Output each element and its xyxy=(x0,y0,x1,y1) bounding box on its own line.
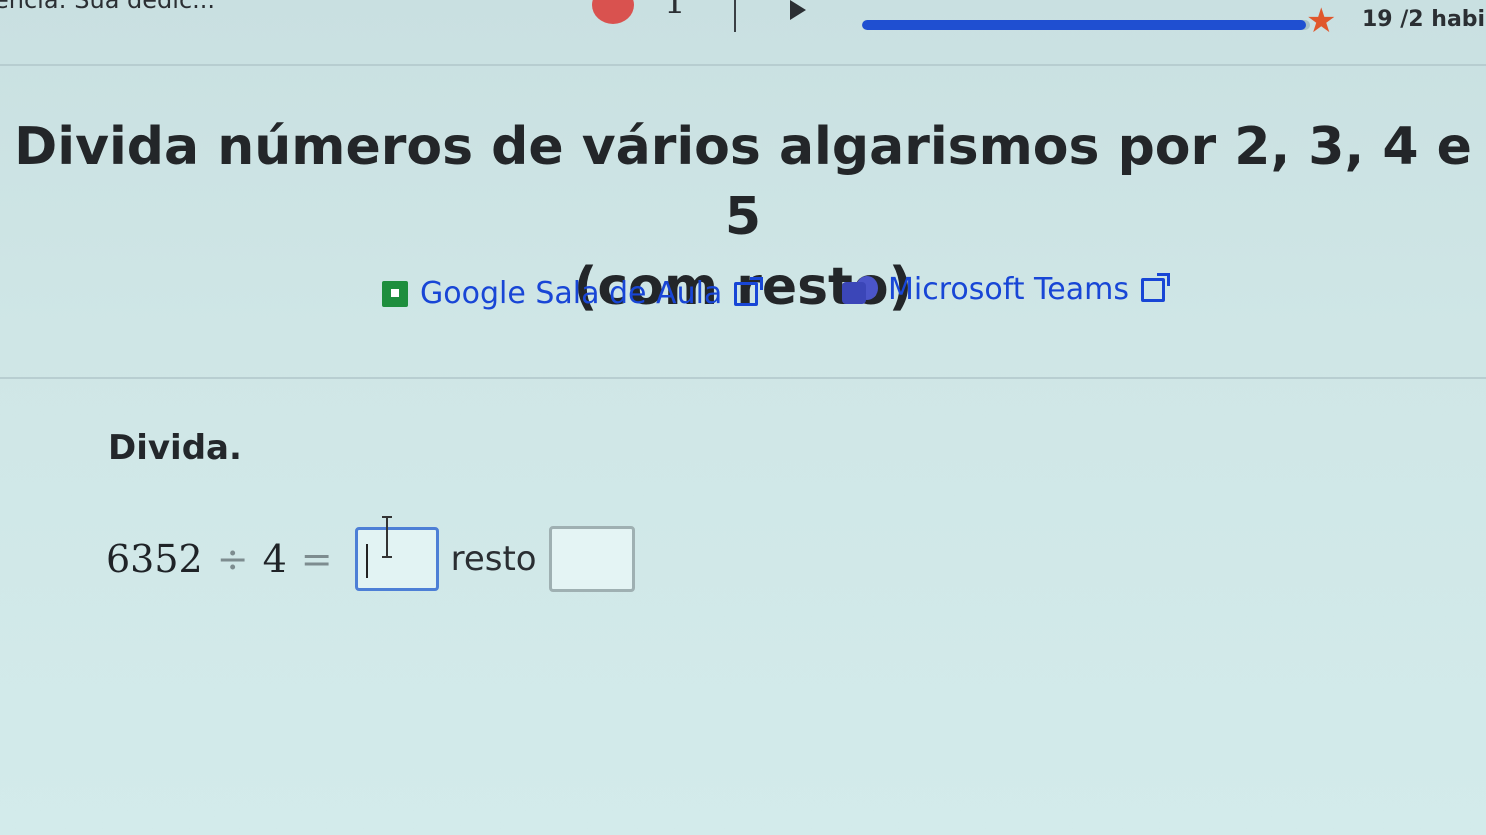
record-dot-icon[interactable] xyxy=(592,0,634,24)
text-caret xyxy=(365,544,368,578)
skill-progress-fill xyxy=(862,20,1306,30)
google-classroom-link[interactable]: Google Sala de Aula xyxy=(382,276,764,311)
dividend: 6352 xyxy=(106,537,203,581)
microsoft-teams-label: Microsoft Teams xyxy=(888,272,1129,307)
play-icon[interactable] xyxy=(790,0,806,20)
remainder-input[interactable] xyxy=(548,526,635,592)
divider xyxy=(734,0,736,32)
external-link-icon xyxy=(734,276,764,306)
top-bar: ência: Sua dedic... 1 ★ 19 /2 habil xyxy=(0,0,1486,64)
external-link-icon xyxy=(1140,272,1170,302)
equals-sign: = xyxy=(300,537,333,581)
text-cursor-icon xyxy=(381,516,392,558)
microsoft-teams-icon xyxy=(842,275,878,304)
google-classroom-icon xyxy=(382,280,408,307)
divisor: 4 xyxy=(262,537,287,581)
division-equation: 6352 ÷ 4 = resto xyxy=(106,516,635,594)
skill-progress-bar xyxy=(862,20,1310,30)
exercise-prompt: Divida. xyxy=(108,428,242,468)
section-divider xyxy=(0,377,1486,379)
star-icon: ★ xyxy=(1306,1,1337,41)
breadcrumb[interactable]: ência: Sua dedic... xyxy=(0,0,215,14)
page-title-line1: Divida números de vários algarismos por … xyxy=(14,117,1472,247)
quotient-input[interactable] xyxy=(354,516,439,591)
division-sign: ÷ xyxy=(216,537,249,581)
remainder-label: resto xyxy=(450,539,537,579)
microsoft-teams-link[interactable]: Microsoft Teams xyxy=(842,272,1170,307)
skills-count[interactable]: 19 /2 habil xyxy=(1362,7,1486,32)
step-number[interactable]: 1 xyxy=(664,0,686,22)
google-classroom-label: Google Sala de Aula xyxy=(420,276,723,311)
header-divider xyxy=(0,64,1486,66)
